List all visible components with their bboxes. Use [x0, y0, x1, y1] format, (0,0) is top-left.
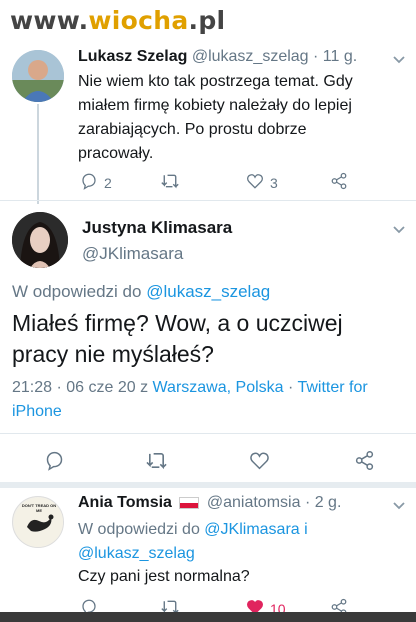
author-name[interactable]: Lukasz Szelag	[78, 48, 187, 65]
watermark-logo: www.wiocha.pl	[10, 6, 226, 35]
main-author-handle[interactable]: @JKlimasara	[82, 244, 183, 264]
chevron-down-icon[interactable]	[392, 222, 406, 240]
bottom-bar	[0, 612, 416, 622]
reply-count: 2	[104, 174, 112, 191]
retweet-button[interactable]	[160, 172, 180, 193]
reply2-text: Czy pani jest normalna?	[78, 568, 250, 585]
divider	[0, 200, 416, 201]
reply2-header: Ania Tomsia @aniatomsia · 2 g.	[78, 494, 341, 512]
reply-icon	[44, 450, 65, 474]
avatar-lukasz[interactable]	[12, 50, 64, 102]
author-handle[interactable]: @lukasz_szelag	[192, 48, 309, 65]
location-link[interactable]: Warszawa, Polska	[153, 379, 284, 396]
reply2-context: W odpowiedzi do @JKlimasara i @lukasz_sz…	[78, 521, 308, 562]
reply1-text: Nie wiem kto tak postrzega temat. Gdy mi…	[78, 73, 353, 162]
avatar-ania[interactable]: DON'T TREAD ON ME	[12, 496, 64, 548]
main-share-button[interactable]	[354, 450, 375, 474]
chevron-down-icon[interactable]	[392, 52, 406, 70]
chevron-down-icon[interactable]	[392, 498, 406, 516]
tweet-time: · 2 g.	[304, 494, 342, 511]
source-link[interactable]: Twitter for	[297, 379, 367, 396]
author-handle[interactable]: @aniatomsia	[207, 494, 301, 511]
retweet-icon	[145, 450, 168, 474]
like-icon	[249, 450, 270, 474]
avatar-justyna[interactable]	[12, 212, 68, 268]
main-author-name[interactable]: Justyna Klimasara	[82, 218, 232, 238]
thread-line	[37, 104, 39, 204]
like-count: 3	[270, 174, 278, 191]
author-name[interactable]: Ania Tomsia	[78, 494, 172, 511]
reply1-header: Lukasz Szelag @lukasz_szelag · 11 g.	[78, 48, 357, 66]
divider	[0, 433, 416, 434]
like-icon	[246, 172, 264, 193]
share-button[interactable]	[330, 172, 348, 193]
reply-to-link[interactable]: @lukasz_szelag	[78, 545, 195, 562]
share-icon	[354, 450, 375, 474]
reply-icon	[80, 172, 98, 193]
reply-to-link[interactable]: @lukasz_szelag	[146, 282, 270, 301]
main-meta: 21:28 · 06 cze 20 z Warszawa, Polska · T…	[12, 379, 368, 420]
like-button[interactable]: 3	[246, 172, 278, 193]
source-link-cont[interactable]: iPhone	[12, 403, 62, 420]
main-like-button[interactable]	[249, 450, 270, 474]
poland-flag-icon	[179, 496, 200, 509]
reply-to-link[interactable]: @JKlimasara	[204, 521, 299, 538]
section-separator	[0, 482, 416, 488]
main-reply-button[interactable]	[44, 450, 65, 474]
retweet-icon	[160, 172, 180, 193]
share-icon	[330, 172, 348, 193]
main-tweet-text: Miałeś firmę? Wow, a o uczciwej pracy ni…	[12, 310, 343, 367]
main-reply-context: W odpowiedzi do @lukasz_szelag	[12, 282, 271, 301]
main-retweet-button[interactable]	[145, 450, 168, 474]
reply-button[interactable]: 2	[80, 172, 112, 193]
tweet-time: · 11 g.	[313, 48, 358, 65]
tweet-timestamp: 21:28 · 06 cze 20 z	[12, 379, 149, 396]
